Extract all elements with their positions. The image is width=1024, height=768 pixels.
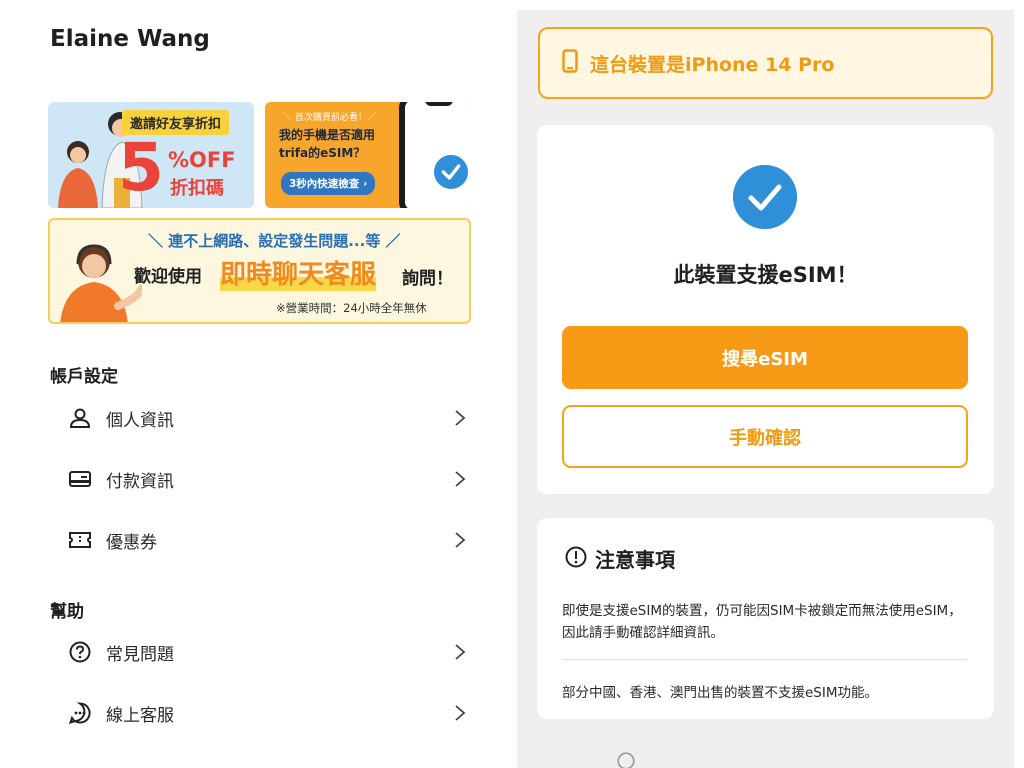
notes-title: 注意事項 (595, 548, 675, 572)
chat-banner-top-text: ＼ 連不上網路、設定發生問題...等 ／ (148, 232, 401, 250)
chevron-right-icon (450, 643, 470, 661)
chat-icon (50, 702, 106, 724)
chat-banner-highlight: 即時聊天客服 (220, 254, 377, 291)
esim-check-panel: 這台裝置是iPhone 14 Pro 此裝置支援eSIM！ 搜尋eSIM 手動確… (517, 10, 1014, 768)
quick-check-button[interactable]: 3秒內快速檢查 › (281, 172, 376, 195)
chat-banner-welcome: 歡迎使用 (134, 267, 202, 287)
menu-item-label: 優惠券 (106, 532, 157, 553)
card-icon (50, 470, 106, 488)
coupon-icon (50, 531, 106, 549)
cut-off-footer-link[interactable] (617, 750, 917, 768)
chevron-right-icon (450, 409, 470, 427)
esim-check-banner[interactable]: ＼ 首次購買前必看！／ 我的手機是否適用trifa的eSIM？ 3秒內快速檢查 … (265, 102, 471, 208)
device-info-box: 這台裝置是iPhone 14 Pro (538, 27, 993, 99)
notes-paragraph-2: 部分中國、香港、澳門出售的裝置不支援eSIM功能。 (562, 685, 879, 701)
discount-code-label: 折扣碼 (170, 178, 224, 199)
invite-friend-banner[interactable]: 邀請好友享折扣 5 %OFF 折扣碼 (48, 102, 254, 208)
chevron-right-icon (450, 531, 470, 549)
menu-item-label: 常見問題 (106, 644, 174, 665)
question-icon (617, 752, 635, 768)
discount-off: %OFF (168, 148, 236, 172)
phone-icon (562, 49, 578, 77)
checkmark-icon (431, 152, 471, 192)
menu-item-label: 線上客服 (106, 705, 174, 726)
check-banner-title: 我的手機是否適用trifa的eSIM？ (279, 128, 376, 160)
account-section-title: 帳戶設定 (50, 367, 118, 387)
menu-item-personal-info[interactable]: 個人資訊 (50, 394, 470, 442)
search-esim-button[interactable]: 搜尋eSIM (562, 326, 968, 389)
notes-paragraph-1: 即使是支援eSIM的裝置，仍可能因SIM卡被鎖定而無法使用eSIM，因此請手動確… (562, 603, 962, 641)
notes-header: 注意事項 (565, 544, 675, 573)
menu-item-coupons[interactable]: 優惠券 (50, 516, 470, 564)
person-icon (50, 407, 106, 429)
menu-item-faq[interactable]: 常見問題 (50, 628, 470, 676)
esim-support-card: 此裝置支援eSIM！ 搜尋eSIM 手動確認 (537, 125, 994, 494)
user-name: Elaine Wang (50, 26, 210, 52)
chevron-right-icon (450, 470, 470, 488)
checkmark-circle-icon (733, 165, 797, 229)
question-icon (50, 641, 106, 663)
divider (562, 659, 967, 660)
live-chat-banner[interactable]: ＼ 連不上網路、設定發生問題...等 ／ 歡迎使用 即時聊天客服 詢問！ ※營業… (48, 218, 471, 324)
menu-item-payment-info[interactable]: 付款資訊 (50, 455, 470, 503)
notes-card: 注意事項 即使是支援eSIM的裝置，仍可能因SIM卡被鎖定而無法使用eSIM，因… (537, 518, 994, 719)
chevron-right-icon (450, 704, 470, 722)
manual-check-button[interactable]: 手動確認 (562, 405, 968, 468)
menu-item-label: 個人資訊 (106, 410, 174, 431)
support-agent-illustration (60, 244, 142, 322)
support-status-title: 此裝置支援eSIM！ (673, 263, 858, 287)
device-name: 這台裝置是iPhone 14 Pro (590, 53, 835, 76)
chat-banner-hours: ※營業時間：24小時全年無休 (276, 301, 427, 315)
menu-item-online-support[interactable]: 線上客服 (50, 689, 470, 737)
chat-banner-ask: 詢問！ (402, 269, 453, 289)
menu-item-label: 付款資訊 (106, 471, 174, 492)
discount-number: 5 (118, 129, 164, 206)
check-banner-subtitle: ＼ 首次購買前必看！／ (283, 113, 376, 123)
help-section-title: 幫助 (50, 602, 84, 622)
account-panel: Elaine Wang 邀請好友享折扣 5 %OFF 折扣碼 ＼ 首次購買前必看… (0, 0, 517, 768)
warning-icon (565, 546, 587, 572)
